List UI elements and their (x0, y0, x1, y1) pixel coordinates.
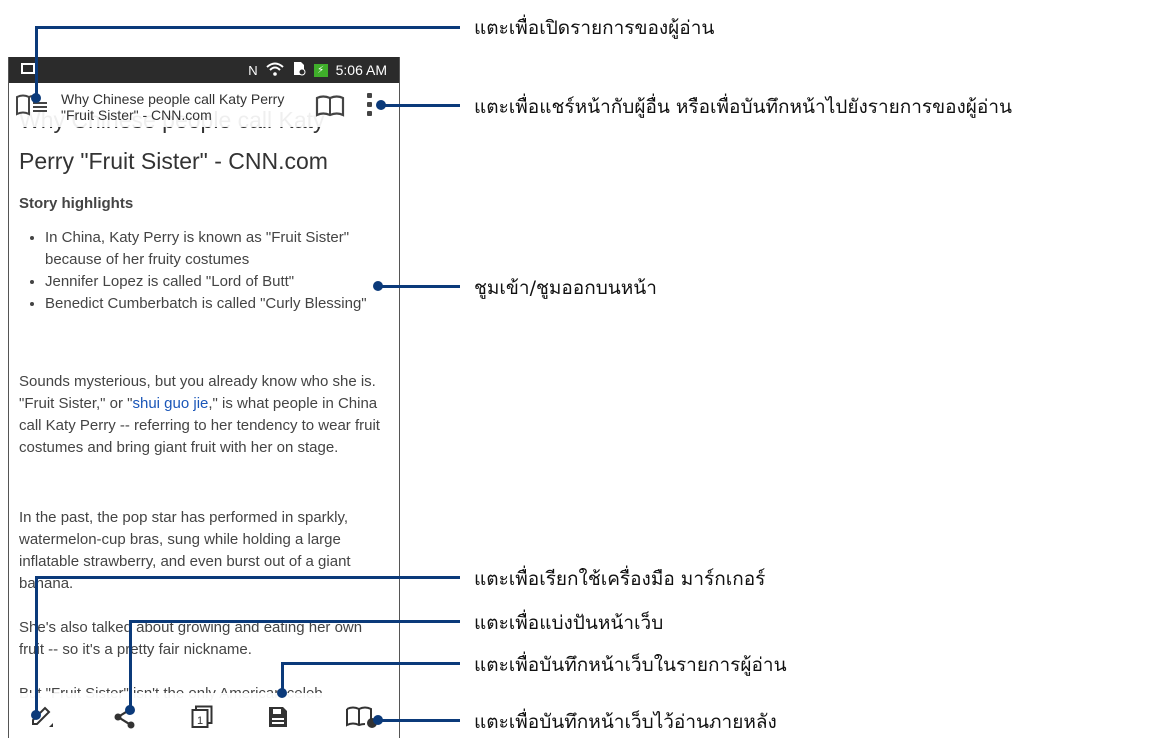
leader-line (35, 576, 460, 579)
leader-line (129, 620, 460, 623)
leader-line (381, 104, 460, 107)
save-icon[interactable] (267, 705, 289, 729)
leader-line (378, 285, 460, 288)
nfc-icon: N (248, 62, 258, 78)
book-icon[interactable] (315, 95, 345, 117)
battery-charging-icon: ⚡ (313, 63, 328, 77)
story-highlights-label: Story highlights (19, 195, 134, 212)
page-icon[interactable]: 1 (191, 705, 213, 729)
more-vert-icon[interactable] (363, 93, 377, 121)
callout-share-save: แตะเพื่อแชร์หน้ากับผู้อื่น หรือเพื่อบันท… (474, 96, 1013, 118)
leader-line (129, 620, 132, 708)
article-headline: Perry "Fruit Sister" - CNN.com (19, 148, 328, 174)
list-item: Jennifer Lopez is called "Lord of Butt" (45, 271, 375, 293)
callout-dot (125, 705, 135, 715)
notification-icon (21, 63, 35, 74)
leader-line (378, 719, 460, 722)
callout-marker: แตะเพื่อเรียกใช้เครื่องมือ มาร์กเกอร์ (474, 568, 766, 590)
leader-line (35, 26, 460, 29)
paragraph-2: In the past, the pop star has performed … (19, 509, 351, 592)
leader-line (35, 576, 38, 714)
svg-text:1: 1 (197, 715, 203, 727)
highlights-list: In China, Katy Perry is known as "Fruit … (19, 227, 375, 315)
callout-dot (31, 710, 41, 720)
callout-reader-list: แตะเพื่อเปิดรายการของผู้อ่าน (474, 17, 715, 39)
callout-share-web: แตะเพื่อแบ่งปันหน้าเว็บ (474, 612, 664, 634)
callout-dot (277, 688, 287, 698)
leader-line (35, 26, 38, 96)
status-bar: N ⚡ 5:06 AM (9, 57, 399, 83)
callout-zoom: ชูมเข้า/ชูมออกบนหน้า (474, 277, 657, 299)
callout-dot (31, 93, 41, 103)
article-link[interactable]: shui guo jie (133, 395, 209, 412)
page-title: Why Chinese people call Katy Perry "Frui… (61, 91, 285, 123)
wifi-icon (265, 62, 284, 79)
list-item: In China, Katy Perry is known as "Fruit … (45, 227, 375, 271)
sim-icon (292, 61, 306, 79)
leader-line (281, 662, 460, 665)
paragraph-3: She's also talked about growing and eati… (19, 619, 363, 658)
phone-screen: N ⚡ 5:06 AM Why Chinese people call Katy… (8, 57, 400, 738)
callout-save-reader: แตะเพื่อบันทึกหน้าเว็บในรายการผู้อ่าน (474, 654, 787, 676)
status-time: 5:06 AM (335, 62, 387, 78)
callout-read-later: แตะเพื่อบันทึกหน้าเว็บไว้อ่านภายหลัง (474, 711, 777, 733)
bottom-toolbar: 1 (9, 693, 399, 738)
reader-top-bar: Why Chinese people call Katy Perry "Frui… (9, 83, 399, 127)
paragraph-1: Sounds mysterious, but you already know … (19, 373, 380, 456)
list-item: Benedict Cumberbatch is called "Curly Bl… (45, 293, 375, 315)
